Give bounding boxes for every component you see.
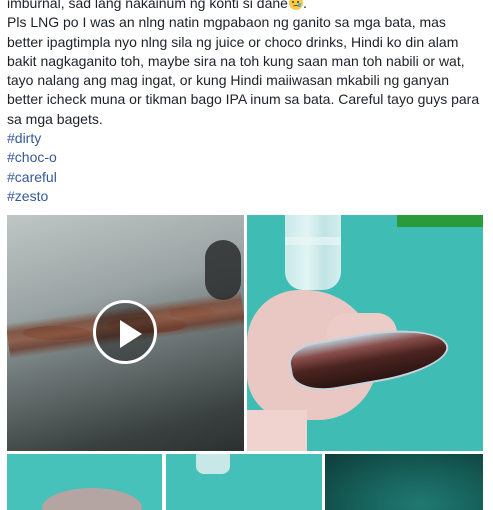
post-line: better ipagtimpla nyo nlng sila ng juice… — [7, 33, 459, 50]
photo-detail — [42, 488, 142, 510]
play-button[interactable] — [93, 300, 157, 364]
photo-detail — [196, 454, 230, 474]
post-line: tayo nalang ang mag ingat, or kung Hindi… — [7, 72, 450, 89]
post-text: imburnal, sad lang nakainum ng konti si … — [7, 0, 487, 206]
hashtag-dirty[interactable]: #dirty — [7, 129, 487, 148]
play-icon — [120, 320, 142, 348]
photo-detail — [285, 215, 341, 290]
post-line: better icheck muna or tikman bago IPA in… — [7, 91, 480, 108]
photo-hand-packet[interactable] — [247, 215, 483, 451]
photo-detail — [247, 410, 307, 451]
post-line: Pls LNG po I was an nlng natin mgpabaon … — [7, 14, 446, 31]
photo-detail — [397, 215, 483, 227]
video-thumbnail[interactable] — [7, 215, 244, 451]
photo-thumb-1[interactable] — [7, 454, 162, 510]
post-line: sa mga bagets. — [7, 110, 103, 127]
post-line: imburnal, sad lang nakainum ng konti si … — [7, 0, 487, 13]
hashtag-choc-o[interactable]: #choc-o — [7, 148, 487, 167]
photo-thumb-3[interactable] — [325, 454, 483, 510]
hashtag-zesto[interactable]: #zesto — [7, 187, 487, 206]
hashtag-careful[interactable]: #careful — [7, 168, 487, 187]
post-line: bakit nagkaganito toh, maybe sira na toh… — [7, 52, 465, 69]
sad-tear-emoji-icon — [288, 0, 303, 10]
media-grid — [0, 215, 493, 510]
facebook-post: imburnal, sad lang nakainum ng konti si … — [0, 0, 493, 510]
photo-thumb-2[interactable] — [166, 454, 322, 510]
photo-detail — [205, 240, 241, 300]
